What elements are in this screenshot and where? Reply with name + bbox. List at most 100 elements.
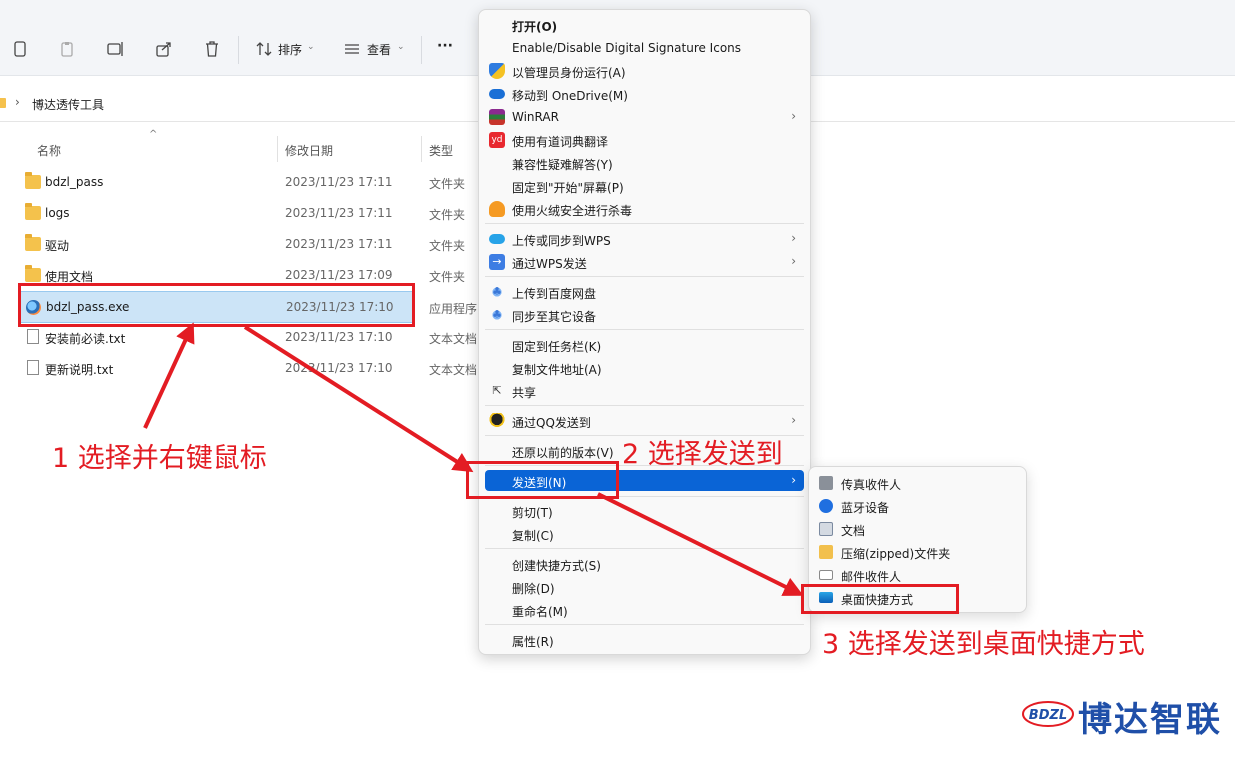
file-name: bdzl_pass [45,175,104,189]
file-name: 更新说明.txt [45,363,114,377]
bdzl-logo: BDZL 博达智联 [1022,692,1220,740]
menu-item-huorong-scan[interactable]: 使用火绒安全进行杀毒 [485,198,804,220]
svg-text:BDZL: BDZL [1029,708,1067,723]
toolbar-divider [238,36,239,64]
chevron-right-icon: › [791,254,796,268]
submenu-item-fax[interactable]: 传真收件人 [815,472,1020,494]
logo-text: 博达智联 [1078,700,1222,740]
rename-icon[interactable] [105,38,127,60]
highlight-box-desktop-shortcut [801,584,959,614]
winrar-icon [489,109,505,125]
more-options-button[interactable]: ··· [437,38,453,54]
menu-divider [485,548,804,549]
folder-icon [25,203,41,220]
submenu-item-mail[interactable]: 邮件收件人 [815,564,1020,586]
text-file-icon [27,360,39,375]
cloud-icon [489,234,505,244]
menu-item-run-as-admin[interactable]: 以管理员身份运行(A) [485,60,804,82]
qq-penguin-icon [489,413,505,429]
column-header-name[interactable]: 名称 [37,142,61,159]
context-menu: 打开(O) Enable/Disable Digital Signature I… [478,9,811,655]
menu-item-open[interactable]: 打开(O) [485,14,804,36]
file-name: 安装前必读.txt [45,332,126,346]
shield-icon [489,63,505,79]
menu-item-onedrive[interactable]: 移动到 OneDrive(M) [485,83,804,105]
youdao-icon: yd [489,132,505,148]
menu-divider [485,329,804,330]
submenu-item-documents[interactable]: 文档 [815,518,1020,540]
menu-item-wps-upload[interactable]: 上传或同步到WPS › [485,228,804,250]
send-arrow-icon: → [489,254,505,270]
sort-button[interactable]: 排序 [278,41,302,58]
folder-icon [25,265,41,282]
chevron-right-icon: › [791,473,796,487]
breadcrumb-current-folder[interactable]: 博达透传工具 [32,96,104,113]
delete-icon[interactable] [201,38,223,60]
chevron-right-icon: › [791,413,796,427]
file-date: 2023/11/23 17:11 [285,175,393,189]
annotation-step1: 1 选择并右键鼠标 [52,443,267,474]
column-header-type[interactable]: 类型 [429,142,453,159]
menu-divider [485,223,804,224]
menu-item-pin-start[interactable]: 固定到"开始"屏幕(P) [485,175,804,197]
breadcrumb-separator: › [15,95,20,109]
file-row[interactable]: logs 2023/11/23 17:11 文件夹 [20,198,465,228]
column-divider[interactable] [421,136,422,162]
view-button[interactable]: 查看 [367,41,391,58]
file-type: 应用程序 [429,302,478,316]
chevron-down-icon: ⌄ [307,42,315,52]
column-header-date[interactable]: 修改日期 [285,142,333,159]
menu-item-sync-devices[interactable]: ♣ 同步至其它设备 [485,304,804,326]
menu-item-qq-send[interactable]: 通过QQ发送到 › [485,410,804,432]
file-type: 文件夹 [429,270,466,284]
highlight-box-file [18,283,415,327]
menu-item-copy[interactable]: 复制(C) [485,523,804,545]
highlight-box-send-to [466,461,619,499]
menu-item-compatibility[interactable]: 兼容性疑难解答(Y) [485,152,804,174]
column-divider[interactable] [277,136,278,162]
menu-item-share[interactable]: ⇱ 共享 [485,380,804,402]
file-type: 文件夹 [429,239,466,253]
baidu-cloud-icon: ♣ [489,307,505,323]
annotation-step2: 2 选择发送到 [622,439,783,470]
file-row[interactable]: 驱动 2023/11/23 17:11 文件夹 [20,229,465,259]
flame-icon [489,201,505,217]
menu-item-winrar[interactable]: WinRAR › [485,106,804,128]
view-icon[interactable] [341,38,363,60]
menu-item-copy-path[interactable]: 复制文件地址(A) [485,357,804,379]
file-date: 2023/11/23 17:09 [285,268,393,282]
file-name: logs [45,206,70,220]
menu-item-create-shortcut[interactable]: 创建快捷方式(S) [485,553,804,575]
menu-item-pin-taskbar[interactable]: 固定到任务栏(K) [485,334,804,356]
bdzl-badge-icon: BDZL [1022,701,1074,727]
file-date: 2023/11/23 17:10 [285,361,393,375]
menu-item-youdao[interactable]: yd 使用有道词典翻译 [485,129,804,151]
file-name: 驱动 [45,239,70,253]
file-row[interactable]: bdzl_pass 2023/11/23 17:11 文件夹 [20,167,465,197]
menu-item-digital-signature[interactable]: Enable/Disable Digital Signature Icons [485,37,804,59]
sort-icon[interactable] [253,38,275,60]
baidu-cloud-icon: ♣ [489,284,505,300]
copy-icon[interactable] [9,38,31,60]
document-icon [819,522,833,536]
submenu-item-bluetooth[interactable]: 蓝牙设备 [815,495,1020,517]
submenu-item-zip[interactable]: 压缩(zipped)文件夹 [815,541,1020,563]
menu-item-cut[interactable]: 剪切(T) [485,500,804,522]
toolbar-divider [421,36,422,64]
mail-icon [819,570,833,580]
share-icon[interactable] [153,38,175,60]
menu-item-rename[interactable]: 重命名(M) [485,599,804,621]
share-icon: ⇱ [492,384,502,397]
chevron-down-icon: ⌄ [397,42,405,52]
menu-item-delete[interactable]: 删除(D) [485,576,804,598]
file-date: 2023/11/23 17:11 [285,206,393,220]
menu-item-properties[interactable]: 属性(R) [485,629,804,651]
file-type: 文件夹 [429,208,466,222]
folder-icon [0,98,6,108]
text-file-icon [27,329,39,344]
menu-item-baidu-upload[interactable]: ♣ 上传到百度网盘 [485,281,804,303]
menu-item-wps-send[interactable]: → 通过WPS发送 › [485,251,804,273]
file-row[interactable]: 更新说明.txt 2023/11/23 17:10 文本文档 [20,353,477,383]
fax-icon [819,476,833,490]
paste-icon[interactable] [56,38,78,60]
